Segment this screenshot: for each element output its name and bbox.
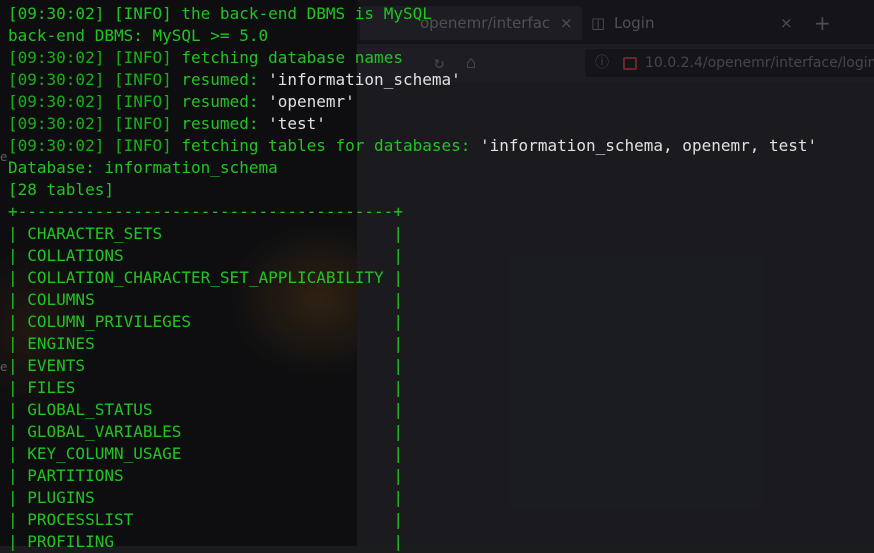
table-row: | PROCESSLIST |: [8, 510, 403, 529]
log-line: [09:30:02] [INFO] fetching tables for da…: [8, 136, 818, 155]
table-list: | CHARACTER_SETS | | COLLATIONS | | COLLAT…: [8, 223, 817, 553]
table-row: | EVENTS |: [8, 356, 403, 375]
log-line: [09:30:02] [INFO] resumed: 'information_…: [8, 70, 461, 89]
resumed-value: 'test': [268, 114, 326, 133]
log-line: [09:30:02] [INFO] resumed: 'openemr': [8, 92, 355, 111]
log-line: [09:30:02] [INFO] resumed: 'test': [8, 114, 326, 133]
table-row: | COLLATIONS |: [8, 246, 403, 265]
table-row: | ENGINES |: [8, 334, 403, 353]
table-border: +---------------------------------------…: [8, 202, 403, 221]
terminal-window[interactable]: [09:30:02] [INFO] the back-end DBMS is M…: [0, 0, 874, 551]
log-line: [09:30:02] [INFO] the back-end DBMS is M…: [8, 4, 432, 23]
log-line: [09:30:02] [INFO] fetching database name…: [8, 48, 403, 67]
table-row: | FILES |: [8, 378, 403, 397]
log-line: back-end DBMS: MySQL >= 5.0: [8, 26, 269, 45]
resumed-value: 'information_schema': [268, 70, 461, 89]
database-list-value: 'information_schema, openemr, test': [480, 136, 818, 155]
database-heading: Database: information_schema: [8, 158, 278, 177]
table-row: | PROFILING |: [8, 532, 403, 551]
table-row: | CHARACTER_SETS |: [8, 224, 403, 243]
table-row: | GLOBAL_VARIABLES |: [8, 422, 403, 441]
terminal-output: [09:30:02] [INFO] the back-end DBMS is M…: [8, 3, 817, 553]
table-row: | COLUMN_PRIVILEGES |: [8, 312, 403, 331]
table-row: | GLOBAL_STATUS |: [8, 400, 403, 419]
resumed-value: 'openemr': [268, 92, 355, 111]
table-row: | PLUGINS |: [8, 488, 403, 507]
table-row: | COLLATION_CHARACTER_SET_APPLICABILITY …: [8, 268, 403, 287]
table-row: | KEY_COLUMN_USAGE |: [8, 444, 403, 463]
table-row: | PARTITIONS |: [8, 466, 403, 485]
table-row: | COLUMNS |: [8, 290, 403, 309]
table-count: [28 tables]: [8, 180, 114, 199]
